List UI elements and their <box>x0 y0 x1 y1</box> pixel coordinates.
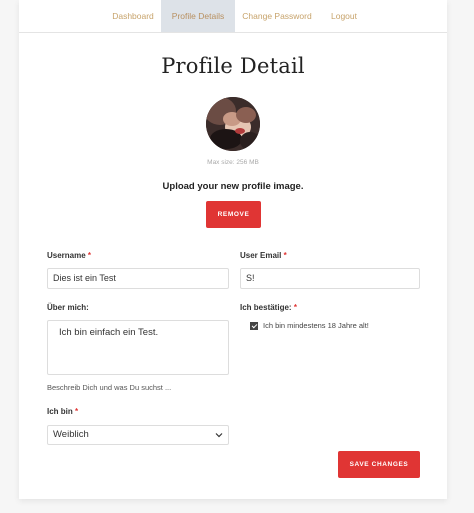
email-input[interactable]: S! <box>240 268 420 289</box>
profile-card: Dashboard Profile Details Change Passwor… <box>19 0 447 499</box>
gender-label: Ich bin * <box>47 407 79 416</box>
profile-avatar[interactable] <box>206 97 260 151</box>
email-label: User Email * <box>240 251 287 260</box>
nav-tabs: Dashboard Profile Details Change Passwor… <box>19 0 447 33</box>
gender-select[interactable]: Weiblich <box>47 425 229 445</box>
chevron-down-icon <box>215 433 223 438</box>
save-changes-button[interactable]: SAVE CHANGES <box>338 451 420 478</box>
tab-change-password[interactable]: Change Password <box>241 0 313 32</box>
age-confirm-label[interactable]: Ich bin mindestens 18 Jahre alt! <box>263 321 369 330</box>
about-label: Über mich: <box>47 303 89 312</box>
remove-image-button[interactable]: REMOVE <box>206 201 261 228</box>
username-label: Username * <box>47 251 92 260</box>
tab-dashboard[interactable]: Dashboard <box>101 0 165 32</box>
about-textarea[interactable]: Ich bin einfach ein Test. <box>47 320 229 375</box>
age-confirm-checkbox[interactable] <box>250 322 258 330</box>
page-title: Profile Detail <box>161 54 305 78</box>
tab-profile-details[interactable]: Profile Details <box>161 0 235 32</box>
about-help-text: Beschreib Dich und was Du suchst ... <box>47 383 172 392</box>
max-size-note: Max size: 256 MB <box>207 159 259 166</box>
gender-select-value: Weiblich <box>53 429 89 440</box>
confirm-label: Ich bestätige: * <box>240 303 297 312</box>
tab-logout[interactable]: Logout <box>325 0 363 32</box>
upload-instruction: Upload your new profile image. <box>162 181 304 192</box>
username-input[interactable]: Dies ist ein Test <box>47 268 229 289</box>
